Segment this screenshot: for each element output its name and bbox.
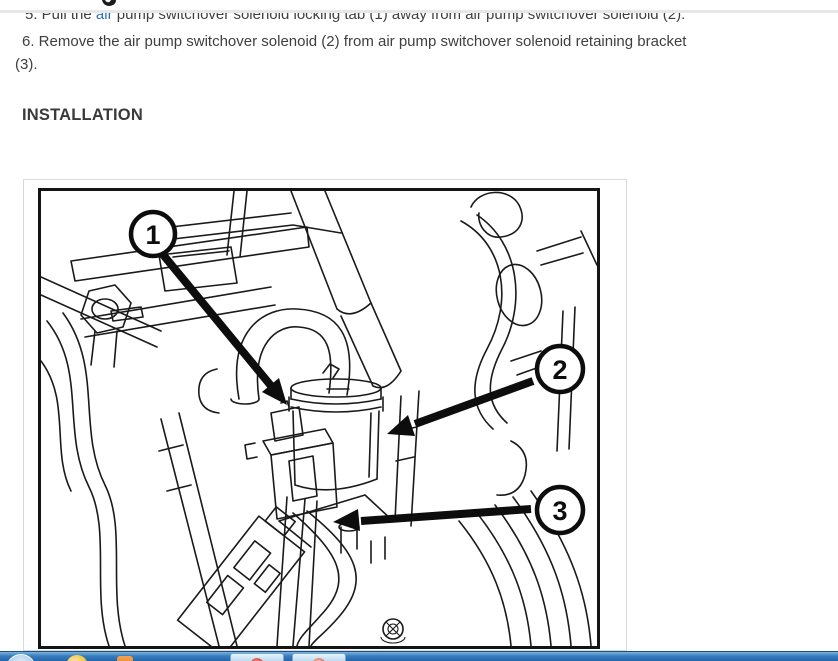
figure-frame: 1 2 3: [38, 188, 600, 649]
figure-container: 1 2 3: [23, 179, 627, 651]
callout-arrow-3: [333, 505, 532, 531]
callout-3-label: 3: [552, 496, 567, 526]
gold-app-icon[interactable]: [66, 655, 88, 661]
solenoid-retaining-bracket: [278, 494, 394, 564]
air-pump-switchover-solenoid: [288, 363, 384, 491]
taskbar-app-button-2[interactable]: [292, 653, 346, 661]
callout-2: 2: [534, 343, 586, 395]
orange-app-icon[interactable]: [117, 656, 133, 661]
top-clip-cover: [0, 0, 838, 10]
callout-arrow-1: [156, 248, 287, 405]
top-divider-line: [0, 10, 838, 13]
callout-arrow-2: [387, 377, 535, 436]
callout-3: 3: [534, 484, 586, 536]
solenoid-locking-tab-connector: [244, 400, 338, 520]
taskbar-app-button-1[interactable]: [230, 653, 284, 661]
callout-2-label: 2: [552, 355, 567, 385]
windows-taskbar: [0, 651, 838, 661]
callout-1: 1: [128, 209, 178, 259]
callout-1-label: 1: [145, 220, 160, 250]
step-6-line1: 6. Remove the air pump switchover soleno…: [22, 33, 687, 50]
step-6-line2: (3).: [15, 56, 38, 73]
start-button[interactable]: [6, 654, 36, 661]
installation-heading: INSTALLATION: [22, 106, 143, 124]
solenoid-diagram: 1 2 3: [41, 191, 597, 646]
cut-off-text-descender: [102, 0, 116, 6]
engine-line-art: [41, 191, 597, 646]
step-6-text: 6. Remove the air pump switchover soleno…: [15, 30, 687, 76]
